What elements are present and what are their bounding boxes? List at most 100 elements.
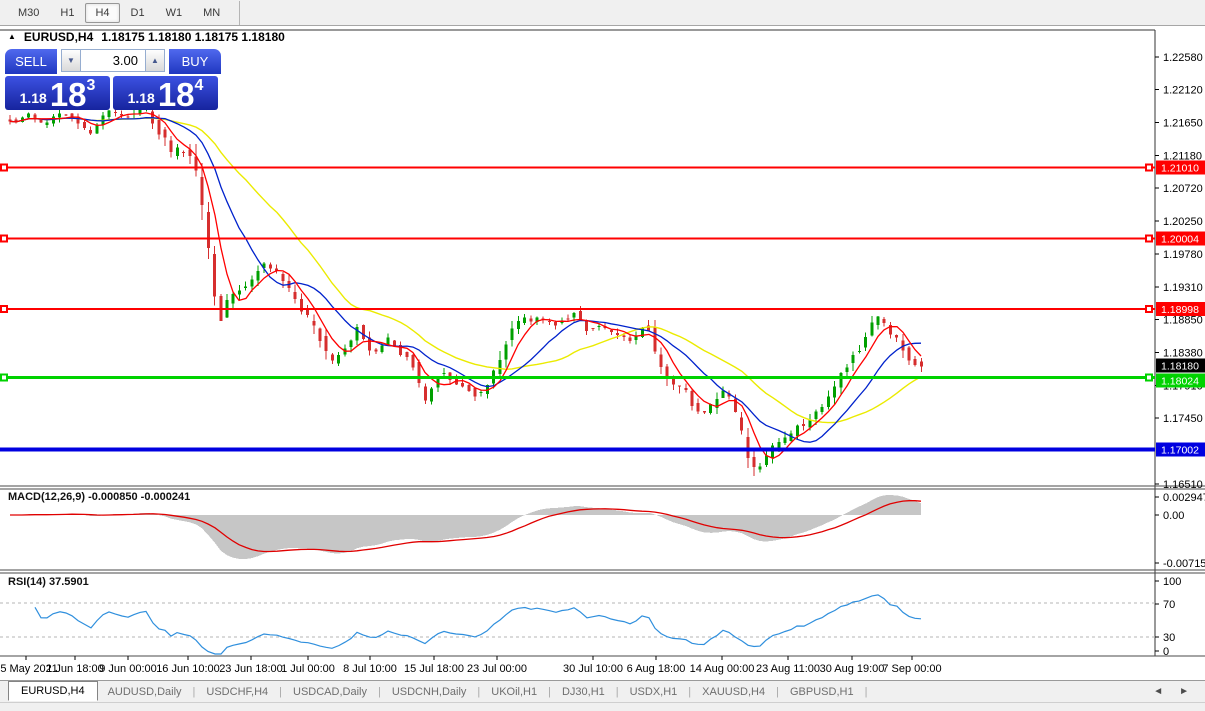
tabs-scroll-left-icon[interactable]: ◄ — [1153, 686, 1163, 697]
time-axis-label: 23 Jun 18:00 — [219, 663, 283, 675]
candle-body — [387, 337, 390, 344]
time-axis-label: 15 Jul 18:00 — [404, 663, 464, 675]
candle-body — [269, 264, 272, 268]
rsi-label: RSI(14) 37.5901 — [8, 576, 89, 588]
candle-body — [877, 316, 880, 325]
level-right-marker[interactable] — [1146, 164, 1152, 170]
volume-input[interactable]: 3.00 — [81, 49, 145, 72]
candle-body — [598, 326, 601, 327]
macd-label: MACD(12,26,9) -0.000850 -0.000241 — [8, 491, 190, 503]
tab-separator: | — [688, 686, 691, 698]
timeframe-w1[interactable]: W1 — [156, 3, 193, 23]
candle-body — [815, 412, 818, 419]
timeframe-toolbar: M30H1H4D1W1MN — [0, 0, 1205, 26]
buy-button[interactable]: BUY — [169, 49, 221, 74]
candle-body — [213, 254, 216, 297]
tabs-scroll-right-icon[interactable]: ► — [1179, 686, 1189, 697]
candle-body — [684, 388, 687, 390]
candle-body — [33, 114, 36, 118]
volume-decrease-button[interactable]: ▼ — [61, 49, 81, 72]
trade-panel-toggle-icon[interactable]: ▲ — [8, 32, 16, 41]
time-axis-label: 30 Jul 10:00 — [563, 663, 623, 675]
macd-axis-label: -0.007151 — [1163, 558, 1205, 570]
timeframe-h4[interactable]: H4 — [85, 3, 119, 23]
level-left-marker[interactable] — [1, 375, 7, 381]
timeframe-d1[interactable]: D1 — [121, 3, 155, 23]
level-right-marker[interactable] — [1146, 306, 1152, 312]
candle-body — [548, 321, 551, 322]
timeframe-h1[interactable]: H1 — [50, 3, 84, 23]
level-price-text: 1.21010 — [1161, 162, 1199, 174]
candle-body — [529, 318, 532, 321]
tab-ukoil-h1[interactable]: UKOil,H1 — [489, 684, 539, 700]
macd-histogram-area — [10, 495, 921, 559]
time-axis-label: 7 Sep 00:00 — [882, 663, 941, 675]
level-left-marker[interactable] — [1, 235, 7, 241]
candle-body — [821, 407, 824, 412]
candle-body — [480, 392, 483, 393]
tab-separator: | — [865, 686, 868, 698]
candle-body — [405, 352, 408, 357]
candle-body — [622, 336, 625, 337]
macd-axis-label: 0.00 — [1163, 510, 1184, 522]
buy-price-prefix: 1.18 — [128, 90, 155, 106]
sell-button[interactable]: SELL — [5, 49, 57, 74]
candle-body — [914, 359, 917, 365]
candle-body — [554, 322, 557, 326]
tab-audusd-daily[interactable]: AUDUSD,Daily — [106, 684, 184, 700]
tab-usdchf-h4[interactable]: USDCHF,H4 — [204, 684, 270, 700]
candle-body — [579, 311, 582, 320]
candle-body — [337, 355, 340, 363]
candle-body — [46, 122, 49, 125]
tab-usdx-h1[interactable]: USDX,H1 — [628, 684, 680, 700]
time-axis-label: 1 Jul 00:00 — [281, 663, 335, 675]
timeframe-mn[interactable]: MN — [193, 3, 230, 23]
buy-price-big: 18 — [158, 79, 195, 110]
sell-price-display[interactable]: 1.18183 — [5, 76, 110, 110]
tab-separator: | — [776, 686, 779, 698]
level-left-marker[interactable] — [1, 306, 7, 312]
rsi-line — [35, 595, 921, 654]
chart-symbol-period: EURUSD,H4 — [24, 30, 93, 44]
price-axis-label: 1.22120 — [1163, 84, 1203, 96]
buy-price-display[interactable]: 1.18184 — [113, 76, 218, 110]
candle-body — [281, 274, 284, 281]
tab-usdcad-daily[interactable]: USDCAD,Daily — [291, 684, 369, 700]
candle-body — [864, 337, 867, 348]
candle-body — [517, 321, 520, 329]
timeframe-m30[interactable]: M30 — [8, 3, 49, 23]
tab-dj30-h1[interactable]: DJ30,H1 — [560, 684, 607, 700]
candle-body — [374, 350, 377, 352]
tab-xauusd-h4[interactable]: XAUUSD,H4 — [700, 684, 767, 700]
level-right-marker[interactable] — [1146, 375, 1152, 381]
candle-body — [430, 389, 433, 402]
sell-price-sup: 3 — [87, 77, 96, 95]
tab-eurusd-h4[interactable]: EURUSD,H4 — [8, 681, 98, 701]
tab-separator: | — [279, 686, 282, 698]
candle-body — [182, 152, 185, 153]
tab-gbpusd-h1[interactable]: GBPUSD,H1 — [788, 684, 856, 700]
time-axis-label: 9 Jun 00:00 — [99, 663, 157, 675]
status-strip — [0, 702, 1205, 711]
level-price-text: 1.18024 — [1161, 376, 1199, 388]
candle-body — [505, 345, 508, 360]
volume-increase-button[interactable]: ▲ — [145, 49, 165, 72]
level-left-marker[interactable] — [1, 164, 7, 170]
tab-separator: | — [193, 686, 196, 698]
time-axis-label: 8 Jul 10:00 — [343, 663, 397, 675]
candle-body — [350, 341, 353, 347]
level-right-marker[interactable] — [1146, 235, 1152, 241]
candle-body — [207, 212, 210, 248]
candle-body — [27, 114, 30, 118]
candle-body — [802, 424, 805, 426]
candle-body — [740, 418, 743, 431]
time-axis-label: 16 Jun 10:00 — [156, 663, 220, 675]
candle-body — [498, 360, 501, 374]
trade-panel-prices: 1.18183 1.18184 — [5, 76, 221, 110]
tab-usdcnh-daily[interactable]: USDCNH,Daily — [390, 684, 469, 700]
candle-body — [257, 271, 260, 281]
candle-body — [920, 362, 923, 367]
candle-body — [591, 328, 594, 329]
time-axis-label: 23 Jul 00:00 — [467, 663, 527, 675]
tab-separator: | — [477, 686, 480, 698]
